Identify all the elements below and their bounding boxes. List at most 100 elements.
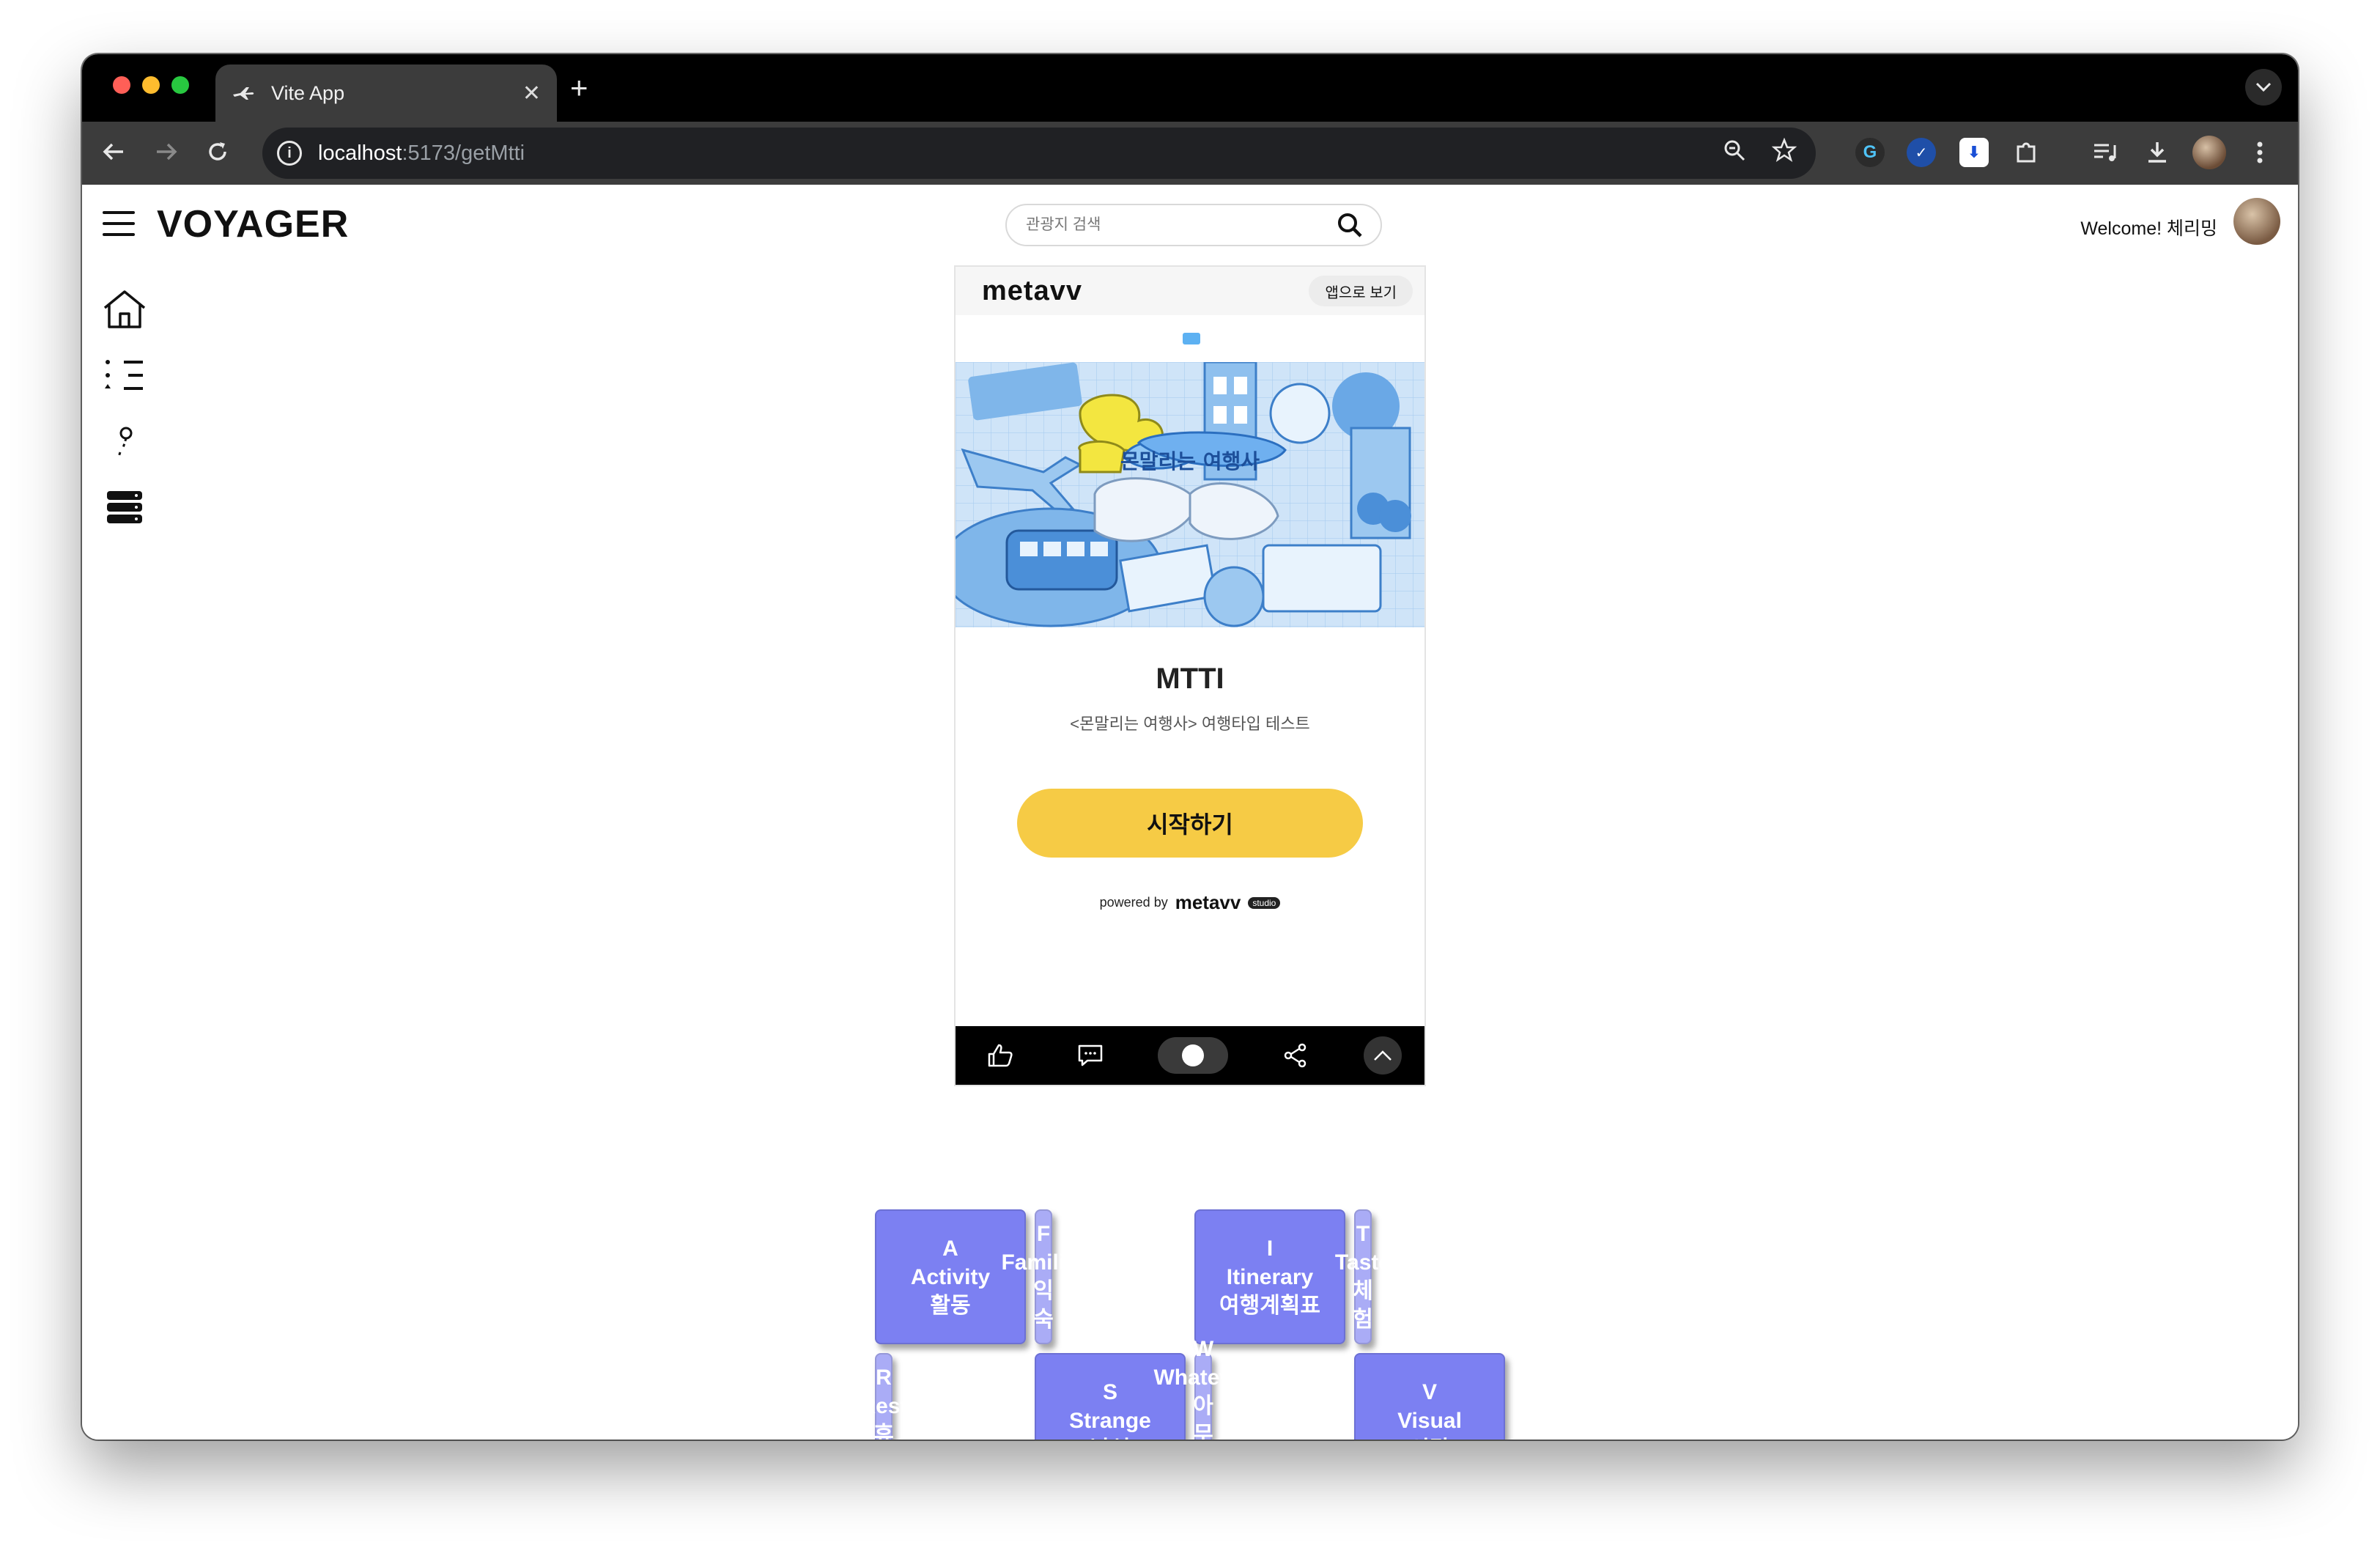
welcome-text: Welcome! 체리밍: [2080, 218, 2217, 239]
brand-logo[interactable]: VOYAGER: [157, 202, 349, 246]
menu-icon[interactable]: [103, 211, 135, 236]
address-bar[interactable]: i localhost:5173/getMtti: [262, 128, 1816, 179]
chevron-down-icon: [2255, 82, 2272, 92]
url-host: localhost: [318, 141, 402, 165]
home-icon: [103, 290, 146, 328]
type-letter: F: [1036, 1222, 1051, 1246]
open-in-app-button[interactable]: 앱으로 보기: [1309, 276, 1413, 306]
type-card-itinerary[interactable]: I Itinerary 여행계획표: [1194, 1209, 1345, 1344]
search-input[interactable]: [1026, 216, 1335, 234]
test-subtitle: <몬말리는 여행사> 여행타입 테스트: [1070, 715, 1310, 733]
embed-header: metavv 앱으로 보기: [956, 267, 1424, 315]
comment-button[interactable]: [1068, 1033, 1112, 1077]
list-icon: [105, 360, 143, 390]
theme-toggle[interactable]: [1157, 1037, 1228, 1074]
type-en: Activity: [910, 1264, 991, 1289]
type-ko: 시각: [1409, 1435, 1449, 1440]
url-text: localhost:5173/getMtti: [318, 141, 525, 166]
type-card-taste[interactable]: T Taste 체험: [1335, 1209, 1391, 1344]
type-ko: 낯섬: [1090, 1435, 1130, 1440]
extensions-puzzle-icon[interactable]: [2012, 138, 2041, 167]
powered-by-label: powered by: [1099, 895, 1168, 910]
site-info-icon[interactable]: i: [277, 141, 302, 166]
test-title: MTTI: [1156, 663, 1224, 695]
type-en: Itinerary: [1226, 1264, 1314, 1289]
type-card-visual[interactable]: V Visual 시각: [1354, 1353, 1505, 1440]
back-icon[interactable]: [101, 139, 126, 164]
type-en: Strange: [1069, 1408, 1151, 1433]
reload-icon[interactable]: [205, 139, 230, 164]
url-path: :5173/getMtti: [402, 141, 525, 165]
browser-toolbar: i localhost:5173/getMtti G ✓ ⬇: [82, 122, 2298, 185]
window-controls: [113, 76, 189, 94]
type-en: Visual: [1397, 1408, 1462, 1433]
address-bar-actions: [1722, 138, 1797, 163]
banner-title: 몬말리는 여행사: [1120, 449, 1260, 473]
share-icon: [1285, 1043, 1307, 1068]
sidebar-item-list[interactable]: [95, 346, 154, 405]
type-letter: I: [1266, 1236, 1274, 1261]
type-card-rest[interactable]: R Rest 휴식: [860, 1353, 908, 1440]
minimize-window-button[interactable]: [142, 76, 160, 94]
bookmark-star-icon[interactable]: [1772, 138, 1797, 163]
sidebar-item-home[interactable]: [95, 280, 154, 339]
like-button[interactable]: [978, 1033, 1022, 1077]
profile-avatar[interactable]: [2192, 136, 2226, 169]
type-ko: 체험: [1353, 1279, 1373, 1332]
chevron-up-icon: [1373, 1050, 1392, 1061]
tab-title: Vite App: [271, 81, 345, 104]
type-ko: 여행계획표: [1219, 1293, 1320, 1318]
more-menu-icon[interactable]: [2245, 138, 2274, 167]
mini-brand-icon: [1183, 333, 1200, 344]
scroll-top-button[interactable]: [1363, 1036, 1402, 1075]
type-ko: 아무거나: [1193, 1394, 1213, 1440]
downloads-icon[interactable]: [2143, 138, 2172, 167]
media-control-icon[interactable]: [2090, 138, 2119, 167]
type-card-activity[interactable]: A Activity 활동: [875, 1209, 1026, 1344]
type-letter: W: [1192, 1337, 1214, 1361]
travel-type-grid: A Activity 활동 F Familiar 익숙 I Itinerary 여행계획표 T Ta…: [860, 1209, 1505, 1440]
download-extension-icon[interactable]: ⬇: [1959, 138, 1989, 167]
type-letter: S: [1102, 1379, 1117, 1404]
share-button[interactable]: [1274, 1033, 1318, 1077]
start-button[interactable]: 시작하기: [1017, 789, 1363, 858]
sidebar-item-database[interactable]: [95, 478, 154, 537]
avatar[interactable]: [2233, 198, 2280, 245]
maximize-window-button[interactable]: [171, 76, 189, 94]
type-letter: V: [1422, 1379, 1437, 1404]
database-icon: [107, 491, 142, 523]
studio-badge: studio: [1248, 896, 1281, 909]
test-banner-image: 몬말리는 여행사: [956, 362, 1424, 627]
type-ko: 익숙: [1033, 1279, 1054, 1332]
grammarly-extension-icon[interactable]: G: [1855, 138, 1885, 167]
browser-window: Vite App ✕ + i localhost:5173/getMtti G …: [82, 54, 2298, 1440]
forward-icon[interactable]: [154, 139, 179, 164]
comment-icon: [1078, 1044, 1102, 1066]
powered-logo[interactable]: metavv: [1175, 891, 1241, 914]
type-card-familiar[interactable]: F Familiar 익숙: [1001, 1209, 1086, 1344]
type-ko: 활동: [930, 1293, 971, 1318]
type-letter: R: [876, 1365, 892, 1390]
search-bar[interactable]: [1005, 204, 1382, 246]
type-card-whatever[interactable]: W Whatever 아무거나: [1153, 1337, 1253, 1440]
new-tab-button[interactable]: +: [570, 66, 588, 110]
embedded-test-frame: metavv 앱으로 보기 몬말리는 여행사 MTTI <몬말리는 여행사> 여…: [954, 265, 1426, 1086]
type-ko: 휴식: [873, 1423, 894, 1440]
web-page: VOYAGER Welcome! 체리밍 metavv 앱으: [82, 185, 2298, 1440]
sidebar: [95, 280, 154, 544]
thumbs-up-icon: [988, 1044, 1013, 1067]
toggle-knob: [1181, 1044, 1204, 1066]
type-en: Whatever: [1153, 1365, 1253, 1390]
type-letter: A: [942, 1236, 958, 1261]
pin-icon: [117, 427, 133, 457]
close-window-button[interactable]: [113, 76, 130, 94]
sidebar-item-place[interactable]: [95, 412, 154, 471]
title-bar: Vite App ✕ +: [82, 54, 2298, 122]
browser-tab[interactable]: Vite App ✕: [215, 64, 557, 122]
metavv-logo[interactable]: metavv: [982, 276, 1082, 307]
search-icon[interactable]: [1335, 210, 1364, 240]
tab-close-icon[interactable]: ✕: [522, 81, 541, 106]
zoom-icon[interactable]: [1722, 138, 1747, 163]
tab-search-button[interactable]: [2245, 69, 2282, 106]
check-extension-icon[interactable]: ✓: [1907, 138, 1936, 167]
